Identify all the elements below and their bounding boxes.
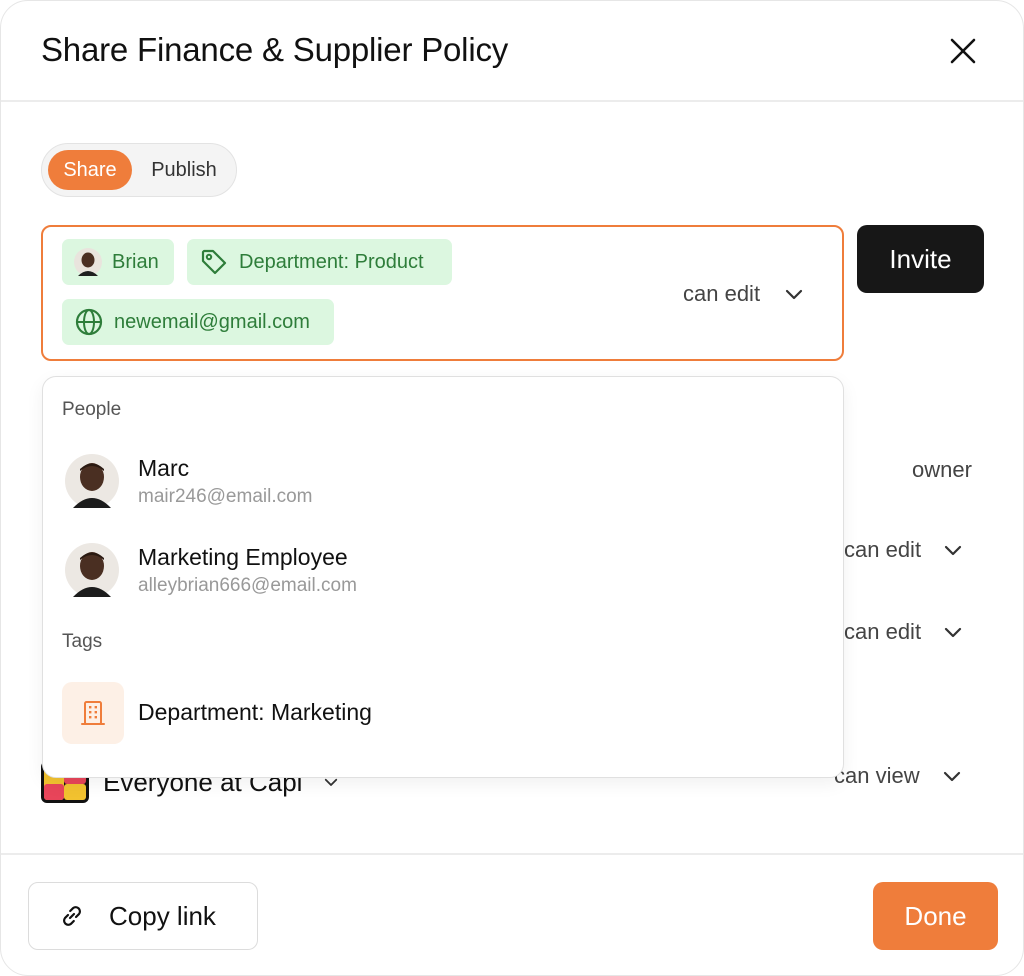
member-permission-select[interactable]: can edit [844,619,965,645]
person-email: mair246@email.com [138,486,313,507]
tag-icon-box [62,682,124,744]
share-dialog: Share Finance & Supplier Policy Share Pu… [0,0,1024,976]
link-icon [63,906,81,926]
everyone-permission: can view [834,763,920,788]
tag-label: Department: Marketing [138,699,372,725]
chip-label: Brian [112,250,159,273]
chip-label: Department: Product [239,250,424,273]
globe-icon [75,308,103,336]
avatar [74,248,102,276]
invite-button[interactable]: Invite [857,225,984,293]
chip-label: newemail@gmail.com [114,310,310,333]
avatar [65,454,119,508]
people-heading: People [62,399,122,420]
chevron-down-icon [944,627,962,638]
close-button[interactable] [941,29,985,73]
suggestions-dropdown: People Marc mair246@email.com Marketing … [42,376,844,778]
everyone-permission-select[interactable]: can view [834,763,964,789]
building-icon [81,701,105,725]
suggestion-person[interactable]: Marketing Employee alleybrian666@email.c… [43,528,843,608]
tag-icon [201,249,227,275]
person-name: Marketing Employee [138,544,348,570]
suggestion-tag[interactable]: Department: Marketing [43,677,843,749]
copy-link-button[interactable]: Copy link [28,882,258,950]
copy-link-label: Copy link [109,900,216,931]
tags-heading: Tags [62,631,103,652]
tab-share[interactable]: Share [48,150,132,190]
member-row-owner: owner [912,457,972,483]
tab-publish[interactable]: Publish [138,150,230,190]
dialog-title: Share Finance & Supplier Policy [41,31,509,68]
share-publish-toggle: Share Publish [41,143,237,197]
chevron-down-icon [944,545,962,556]
invitee-chip-email[interactable]: newemail@gmail.com [62,299,334,345]
suggestion-person[interactable]: Marc mair246@email.com [43,439,843,519]
person-email: alleybrian666@email.com [138,575,357,596]
dialog-header: Share Finance & Supplier Policy [1,1,1023,102]
member-permission-select[interactable]: can edit [844,537,965,563]
chevron-down-icon [943,771,960,782]
invitee-chip-department[interactable]: Department: Product [187,239,452,285]
chevron-down-icon [785,289,803,300]
invite-input[interactable]: Brian Department: Product newemail@gmail… [41,225,844,361]
invite-permission-select[interactable]: can edit [683,279,806,309]
member-permission: owner [912,457,972,482]
member-permission: can edit [844,537,922,562]
done-button[interactable]: Done [873,882,998,950]
close-icon [950,38,976,64]
person-name: Marc [138,455,190,481]
invitee-chip-brian[interactable]: Brian [62,239,174,285]
dialog-footer: Copy link Done [1,853,1023,975]
invite-permission-label: can edit [683,281,761,306]
avatar [65,543,119,597]
member-permission: can edit [844,619,922,644]
